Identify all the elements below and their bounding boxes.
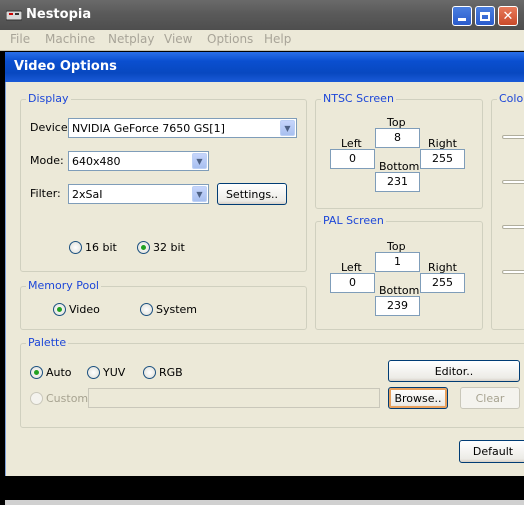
device-select[interactable]: NVIDIA GeForce 7650 GS[1] ▼ <box>68 118 297 138</box>
window-title: Nestopia <box>26 7 92 22</box>
memory-video-radio[interactable] <box>53 303 66 316</box>
mode-label: Mode: <box>30 154 64 167</box>
mode-value: 640x480 <box>72 155 121 168</box>
filter-value: 2xSaI <box>72 188 103 201</box>
palette-yuv-label[interactable]: YUV <box>103 366 125 379</box>
color-slider-4[interactable] <box>502 270 524 274</box>
custom-palette-path-field <box>88 388 380 408</box>
menu-view[interactable]: View <box>164 32 192 46</box>
palette-auto-label[interactable]: Auto <box>46 366 72 379</box>
pal-top-field[interactable]: 1 <box>375 252 420 272</box>
display-group-title: Display <box>26 92 71 105</box>
maximize-icon <box>480 11 490 21</box>
default-button[interactable]: Default <box>459 440 524 463</box>
palette-custom-radio <box>30 392 43 405</box>
minimize-icon <box>458 18 466 21</box>
ntsc-top-field[interactable]: 8 <box>375 128 420 148</box>
nestopia-app-icon[interactable] <box>6 8 22 22</box>
memory-pool-group-title: Memory Pool <box>26 279 101 292</box>
bit32-label[interactable]: 32 bit <box>153 241 185 254</box>
bit16-radio[interactable] <box>69 241 82 254</box>
palette-browse-button[interactable]: Browse.. <box>388 387 448 409</box>
ntsc-left-field[interactable]: 0 <box>330 149 375 169</box>
status-strip <box>5 500 524 505</box>
close-icon: ✕ <box>502 8 514 24</box>
ntsc-group-title: NTSC Screen <box>321 92 396 105</box>
color-slider-1[interactable] <box>502 135 524 139</box>
maximize-button[interactable] <box>475 6 495 26</box>
palette-group <box>20 343 524 428</box>
memory-video-label[interactable]: Video <box>69 303 100 316</box>
palette-yuv-radio[interactable] <box>87 366 100 379</box>
pal-group-title: PAL Screen <box>321 214 386 227</box>
memory-system-radio[interactable] <box>140 303 153 316</box>
menu-help[interactable]: Help <box>264 32 291 46</box>
device-value: NVIDIA GeForce 7650 GS[1] <box>72 122 225 135</box>
pal-right-field[interactable]: 255 <box>420 273 465 293</box>
mode-select[interactable]: 640x480 ▼ <box>68 151 209 171</box>
ntsc-bottom-field[interactable]: 231 <box>375 172 420 192</box>
color-slider-3[interactable] <box>502 225 524 229</box>
bit32-radio[interactable] <box>137 241 150 254</box>
palette-rgb-label[interactable]: RGB <box>159 366 183 379</box>
chevron-down-icon[interactable]: ▼ <box>280 120 295 136</box>
dialog-title: Video Options <box>14 59 117 74</box>
palette-clear-button: Clear <box>460 387 520 409</box>
main-menubar: File Machine Netplay View Options Help <box>0 30 524 51</box>
color-slider-2[interactable] <box>502 180 524 184</box>
device-label: Device: <box>30 121 72 134</box>
menu-file[interactable]: File <box>10 32 30 46</box>
palette-custom-label: Custom <box>46 392 89 405</box>
color-group <box>491 99 524 330</box>
palette-auto-radio[interactable] <box>30 366 43 379</box>
chevron-down-icon[interactable]: ▼ <box>192 153 207 169</box>
palette-rgb-radio[interactable] <box>143 366 156 379</box>
bit16-label[interactable]: 16 bit <box>85 241 117 254</box>
memory-system-label[interactable]: System <box>156 303 197 316</box>
palette-group-title: Palette <box>26 336 69 349</box>
color-group-title: Color <box>497 92 524 105</box>
pal-bottom-field[interactable]: 239 <box>375 296 420 316</box>
filter-label: Filter: <box>30 187 61 200</box>
palette-editor-button[interactable]: Editor.. <box>388 360 520 382</box>
filter-select[interactable]: 2xSaI ▼ <box>68 184 209 204</box>
chevron-down-icon[interactable]: ▼ <box>192 186 207 202</box>
menu-options[interactable]: Options <box>207 32 253 46</box>
filter-settings-button[interactable]: Settings.. <box>217 183 287 205</box>
ntsc-right-field[interactable]: 255 <box>420 149 465 169</box>
close-button[interactable]: ✕ <box>498 6 518 26</box>
menu-machine[interactable]: Machine <box>45 32 95 46</box>
minimize-button[interactable] <box>452 6 472 26</box>
menu-netplay[interactable]: Netplay <box>108 32 154 46</box>
pal-left-field[interactable]: 0 <box>330 273 375 293</box>
